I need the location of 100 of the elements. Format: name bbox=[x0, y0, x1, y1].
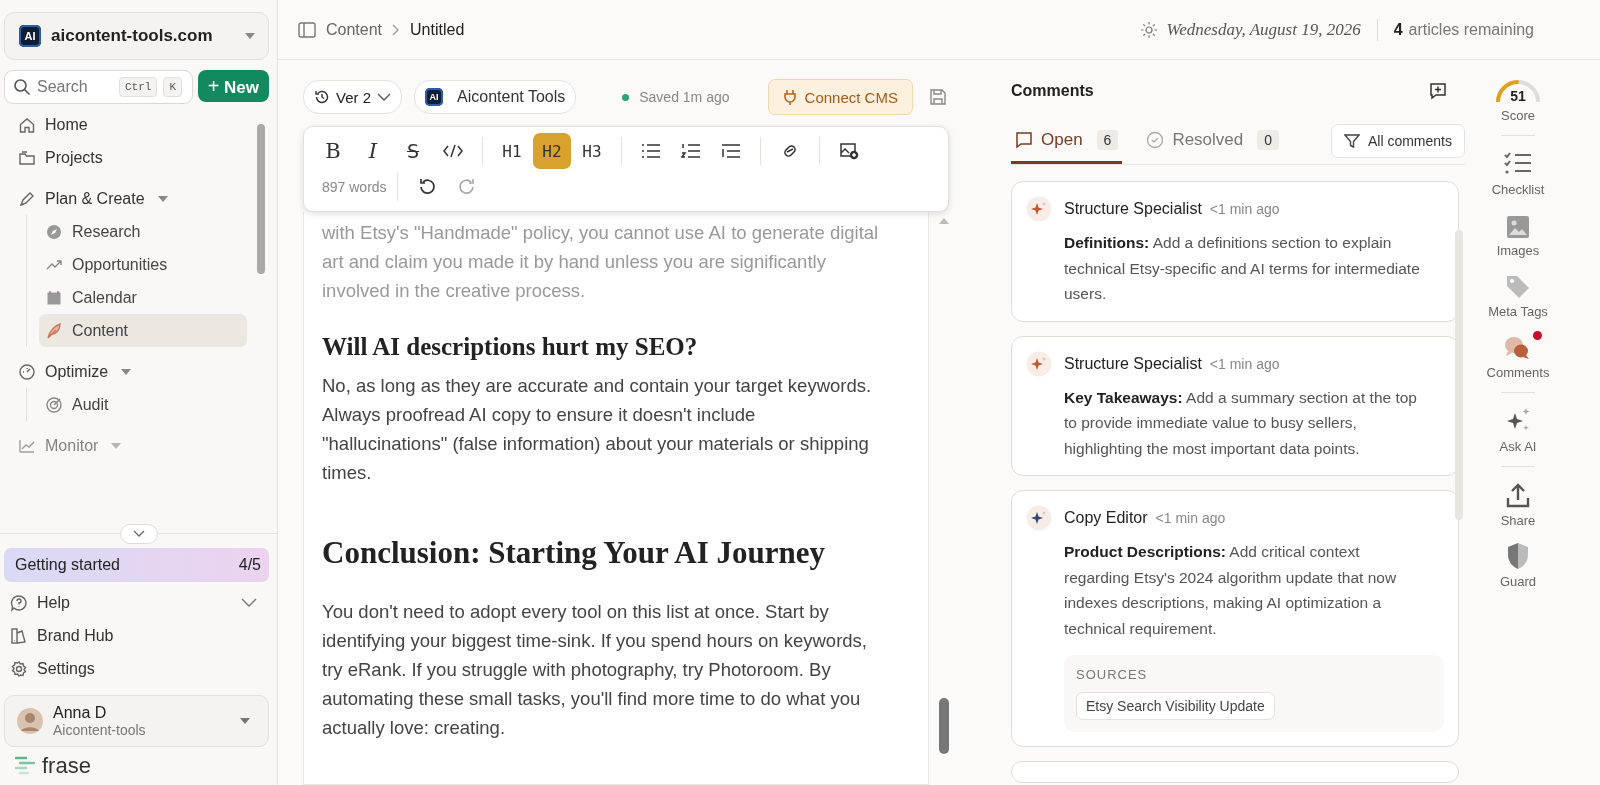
word-count: 897 words bbox=[321, 179, 387, 195]
user-org: Aicontent-tools bbox=[53, 722, 147, 738]
comments-tab[interactable]: Open 6 bbox=[1011, 118, 1123, 164]
heading-button[interactable]: H1 bbox=[493, 133, 531, 169]
sidebar-toggle-icon[interactable] bbox=[298, 21, 316, 38]
nav-icon bbox=[18, 362, 36, 381]
comment-time: <1 min ago bbox=[1209, 355, 1280, 372]
getting-started-label: Getting started bbox=[15, 556, 120, 574]
rail-button[interactable]: Checklist bbox=[1491, 148, 1545, 197]
history-icon bbox=[314, 89, 330, 105]
caret-icon bbox=[240, 718, 250, 724]
new-button[interactable]: + New bbox=[197, 70, 269, 102]
nav-item[interactable]: Plan & Create bbox=[12, 182, 247, 215]
scrollbar[interactable] bbox=[1455, 230, 1463, 520]
comment-icon bbox=[1015, 130, 1033, 149]
scrollbar[interactable] bbox=[939, 698, 949, 754]
nav-item[interactable]: Settings bbox=[4, 652, 269, 685]
nav-icon bbox=[45, 288, 63, 307]
comment-text: Product Descriptions: Add critical context regarding Etsy's 2024 algorithm update that now indexes descriptions, making AI optimization a technical requirement. bbox=[1064, 542, 1398, 639]
score-button[interactable]: 51 Score bbox=[1494, 74, 1542, 123]
italic-button[interactable]: I bbox=[354, 133, 392, 169]
search-field[interactable]: Search Ctrl K bbox=[4, 70, 193, 104]
rail-button[interactable]: Guard bbox=[1499, 540, 1537, 589]
breadcrumb-item: Untitled bbox=[410, 20, 465, 39]
comment-author: Structure Specialist bbox=[1064, 200, 1202, 218]
bold-button[interactable]: B bbox=[314, 133, 352, 169]
source-chip[interactable]: Etsy Search Visibility Update bbox=[1076, 692, 1275, 720]
comment-author: Copy Editor bbox=[1064, 509, 1148, 527]
chevron-icon bbox=[392, 23, 401, 36]
nav-item[interactable]: Research bbox=[39, 215, 247, 248]
search-icon bbox=[13, 78, 31, 96]
project-button[interactable]: AI Aicontent Tools bbox=[414, 80, 577, 114]
heading-button[interactable]: H2 bbox=[533, 133, 571, 169]
nav-icon bbox=[18, 189, 36, 208]
user-menu[interactable]: Anna D Aicontent-tools bbox=[4, 695, 269, 747]
caret-icon bbox=[111, 442, 122, 449]
nav-item[interactable]: Projects bbox=[12, 141, 247, 174]
version-dropdown[interactable]: Ver 2 bbox=[303, 80, 403, 114]
rail-button[interactable]: Share bbox=[1500, 479, 1536, 528]
articles-count: 4 bbox=[1393, 20, 1403, 39]
shortcut-key: K bbox=[163, 77, 182, 97]
nav-icon bbox=[45, 395, 63, 414]
rail-button[interactable]: Images bbox=[1496, 209, 1540, 258]
add-comment-icon[interactable] bbox=[1429, 82, 1447, 100]
chat-bubbles-icon bbox=[1504, 335, 1532, 361]
comment-text: Definitions: Add a definitions section to explain technical Etsy-specific and AI terms for intermediate users. bbox=[1064, 233, 1420, 304]
chevron-icon bbox=[377, 93, 392, 101]
shortcut-key: Ctrl bbox=[119, 77, 158, 97]
nav-item[interactable]: Calendar bbox=[39, 281, 247, 314]
shield-icon bbox=[1506, 542, 1530, 570]
sparkle-avatar-icon bbox=[1026, 350, 1052, 377]
connect-cms-button[interactable]: Connect CMS bbox=[767, 79, 913, 115]
subheading: Will AI descriptions hurt my SEO? bbox=[322, 333, 699, 361]
nav-item[interactable]: Help bbox=[4, 586, 269, 619]
check-circle-icon bbox=[1146, 130, 1165, 149]
workspace-switcher[interactable]: AI aicontent-tools.com bbox=[4, 12, 269, 60]
score-value: 51 bbox=[1510, 88, 1526, 104]
numbered-list-icon bbox=[681, 143, 701, 159]
nav-item[interactable]: Audit bbox=[39, 388, 247, 421]
workspace-name: aicontent-tools.com bbox=[51, 26, 214, 46]
redo-icon bbox=[456, 177, 477, 197]
nav-item[interactable]: Monitor bbox=[12, 429, 247, 462]
bullet-list-icon bbox=[641, 143, 661, 159]
share-icon bbox=[1506, 483, 1530, 509]
nav-item[interactable]: Content bbox=[39, 314, 247, 347]
plug-icon bbox=[782, 89, 797, 105]
code-icon bbox=[443, 144, 463, 158]
rail-button[interactable]: Ask AI bbox=[1499, 405, 1537, 454]
comment-author: Structure Specialist bbox=[1064, 354, 1202, 373]
nav-item[interactable]: Brand Hub bbox=[4, 619, 269, 652]
getting-started-bar[interactable]: Getting started 4/5 bbox=[4, 548, 269, 582]
comments-tab[interactable]: Resolved 0 bbox=[1142, 118, 1284, 164]
heading-button[interactable]: H3 bbox=[573, 133, 611, 169]
document-page[interactable] bbox=[303, 212, 929, 785]
workspace-logo: AI bbox=[19, 25, 41, 47]
filter-button[interactable]: All comments bbox=[1330, 124, 1465, 158]
paragraph: You don't need to adopt every tool on this list at once. Start by identifying your biggest time-sink. If you spend hours on keywords, try eRank. If you struggle with photography, try Photoroom. By automating these small tasks, you'll find more time to do what you actually love: creating. bbox=[322, 600, 868, 740]
nav-icon bbox=[45, 222, 63, 241]
rail-button[interactable]: Meta Tags bbox=[1488, 270, 1548, 319]
nav-icon bbox=[18, 148, 36, 167]
image-add-icon bbox=[839, 142, 859, 160]
indent-icon bbox=[721, 143, 741, 159]
save-status: Saved 1m ago bbox=[622, 89, 730, 105]
filter-icon bbox=[1343, 133, 1360, 149]
save-icon[interactable] bbox=[928, 88, 947, 106]
nav-icon bbox=[10, 626, 28, 645]
heading: Conclusion: Starting Your AI Journey bbox=[322, 535, 826, 571]
nav-item[interactable]: Optimize bbox=[12, 355, 247, 388]
tag-icon bbox=[1505, 274, 1531, 300]
search-input[interactable]: Search bbox=[37, 78, 113, 96]
scrollbar[interactable] bbox=[257, 124, 265, 274]
nav-item[interactable]: Opportunities bbox=[39, 248, 247, 281]
avatar bbox=[17, 708, 43, 734]
strikethrough-button[interactable]: S bbox=[394, 133, 432, 169]
rail-button[interactable]: Comments bbox=[1486, 331, 1550, 380]
logo-icon bbox=[14, 756, 36, 776]
breadcrumb-item[interactable]: Content bbox=[326, 20, 383, 39]
user-name: Anna D bbox=[53, 704, 108, 722]
nav-item[interactable]: Home bbox=[12, 108, 247, 141]
sparkle-avatar-icon bbox=[1026, 505, 1052, 531]
